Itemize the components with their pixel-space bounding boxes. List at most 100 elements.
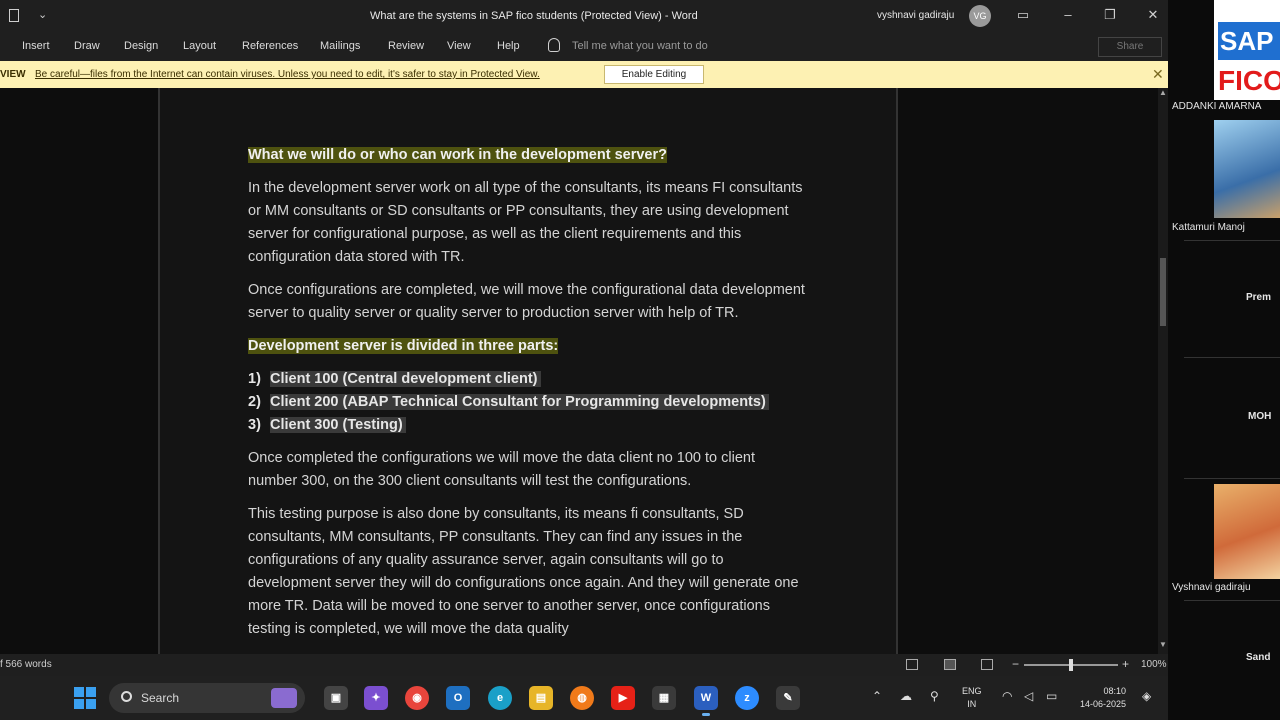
edge-icon[interactable]: e xyxy=(488,686,512,710)
list-text: Client 200 (ABAP Technical Consultant fo… xyxy=(270,394,769,410)
share-button[interactable]: Share xyxy=(1098,37,1162,57)
close-icon[interactable]: ✕ xyxy=(1152,66,1164,83)
battery-icon[interactable]: ▭ xyxy=(1046,689,1057,703)
lightbulb-icon xyxy=(548,38,560,52)
wifi-icon[interactable]: ◠ xyxy=(1002,689,1012,703)
document-canvas: What we will do or who can work in the d… xyxy=(0,88,1168,654)
close-icon[interactable]: ✕ xyxy=(1143,7,1163,25)
minimize-icon[interactable]: – xyxy=(1058,7,1078,25)
word-icon[interactable]: W xyxy=(694,686,718,716)
document-icon xyxy=(9,9,19,22)
volume-icon[interactable]: ◁ xyxy=(1024,689,1033,703)
location-icon[interactable]: ⚲ xyxy=(930,689,939,703)
system-clock[interactable]: 08:10 14-06-2025 xyxy=(1080,685,1126,711)
paragraph: In the development server work on all ty… xyxy=(248,180,803,265)
user-name[interactable]: vyshnavi gadiraju xyxy=(877,10,954,21)
list-item: 2) Client 200 (ABAP Technical Consultant … xyxy=(248,391,808,414)
web-layout-icon[interactable] xyxy=(981,659,993,670)
paragraph: Once completed the configurations we wil… xyxy=(248,450,755,489)
participant-name: Vyshnavi gadiraju xyxy=(1172,582,1251,593)
word-count[interactable]: f 566 words xyxy=(0,659,52,670)
avatar[interactable]: VG xyxy=(969,5,991,27)
heading-three-parts: Development server is divided in three p… xyxy=(248,338,559,354)
document-body[interactable]: What we will do or who can work in the d… xyxy=(248,144,808,651)
divider xyxy=(1184,357,1280,358)
youtube-icon[interactable]: ▶ xyxy=(611,686,635,710)
list-number: 3) xyxy=(248,417,261,433)
zoom-in-icon[interactable]: + xyxy=(1122,657,1129,671)
participant-name: Sand xyxy=(1246,652,1271,663)
language-code: ENG xyxy=(962,686,982,696)
participant-video[interactable] xyxy=(1214,484,1280,579)
divider xyxy=(1184,600,1280,601)
clock-date: 14-06-2025 xyxy=(1080,699,1127,709)
tab-references[interactable]: References xyxy=(242,40,298,52)
tab-design[interactable]: Design xyxy=(124,40,158,52)
participant-name: Kattamuri Manoj xyxy=(1172,222,1245,233)
cloud-icon[interactable]: ☁ xyxy=(900,689,912,703)
protected-view-tag: VIEW xyxy=(0,69,26,80)
list-text: Client 300 (Testing) xyxy=(270,417,406,433)
list-text: Client 100 (Central development client) xyxy=(270,371,541,387)
show-hidden-icons-chevron-icon[interactable]: ⌃ xyxy=(872,689,882,703)
paragraph: This testing purpose is also done by con… xyxy=(248,506,799,637)
quick-access-chevron-icon[interactable]: ⌄ xyxy=(38,8,47,21)
notification-icon[interactable]: ◈ xyxy=(1142,689,1151,703)
zoom-slider-thumb[interactable] xyxy=(1069,659,1073,671)
file-explorer-icon[interactable]: ▤ xyxy=(529,686,553,710)
zoom-out-icon[interactable]: − xyxy=(1012,657,1019,671)
tab-layout[interactable]: Layout xyxy=(183,40,216,52)
participant-name: MOH xyxy=(1248,411,1272,422)
heading-development-server: What we will do or who can work in the d… xyxy=(248,147,667,163)
restore-icon[interactable]: ❐ xyxy=(1100,7,1120,25)
ribbon-tabs: Insert Draw Design Layout References Mai… xyxy=(0,33,1168,61)
tab-mailings[interactable]: Mailings xyxy=(320,40,360,52)
print-layout-icon[interactable] xyxy=(944,659,956,670)
read-mode-icon[interactable] xyxy=(906,659,918,670)
divider xyxy=(1184,240,1280,241)
tab-review[interactable]: Review xyxy=(388,40,424,52)
windows-start-icon[interactable] xyxy=(74,687,96,709)
tab-help[interactable]: Help xyxy=(497,40,520,52)
paragraph: Once configurations are completed, we wi… xyxy=(248,282,805,321)
list-item: 1) Client 100 (Central development client… xyxy=(248,368,808,391)
title-bar: ⌄ What are the systems in SAP fico stude… xyxy=(0,0,1168,33)
list-number: 1) xyxy=(248,371,261,387)
scrollbar-thumb[interactable] xyxy=(1160,258,1166,326)
firefox-icon[interactable]: ◍ xyxy=(570,686,594,710)
pen-tool-icon[interactable]: ✎ xyxy=(776,686,800,710)
list-number: 2) xyxy=(248,394,261,410)
divider xyxy=(1184,478,1280,479)
clock-time: 08:10 xyxy=(1103,686,1127,696)
ribbon-display-icon[interactable]: ▭ xyxy=(1013,7,1033,25)
zoom-app-icon[interactable]: z xyxy=(735,686,759,710)
participant-name: Prem xyxy=(1246,292,1272,303)
participants-panel: SAP FICO ADDANKI AMARNA Kattamuri Manoj … xyxy=(1168,0,1280,720)
tell-me-search[interactable]: Tell me what you want to do xyxy=(572,40,708,52)
taskbar-search[interactable]: Search xyxy=(109,683,305,713)
tab-view[interactable]: View xyxy=(447,40,471,52)
chrome-icon[interactable]: ◉ xyxy=(405,686,429,710)
tab-draw[interactable]: Draw xyxy=(74,40,100,52)
task-view-icon[interactable]: ▣ xyxy=(324,686,348,710)
vertical-scrollbar[interactable]: ▲ ▼ xyxy=(1158,88,1168,654)
scroll-down-icon[interactable]: ▼ xyxy=(1159,640,1167,649)
status-bar: f 566 words − + 100% xyxy=(0,654,1168,676)
sap-fico-logo: SAP FICO xyxy=(1214,0,1280,100)
scroll-up-icon[interactable]: ▲ xyxy=(1159,88,1167,97)
store-icon[interactable]: ▦ xyxy=(652,686,676,710)
participant-video[interactable] xyxy=(1214,120,1280,218)
window-title: What are the systems in SAP fico student… xyxy=(370,10,698,22)
search-placeholder: Search xyxy=(141,691,180,705)
document-page: What we will do or who can work in the d… xyxy=(158,88,898,654)
protected-view-message[interactable]: Be careful—files from the Internet can c… xyxy=(35,69,540,80)
copilot-icon[interactable]: ✦ xyxy=(364,686,388,710)
enable-editing-button[interactable]: Enable Editing xyxy=(604,65,704,84)
language-indicator[interactable]: ENG IN xyxy=(962,685,982,711)
protected-view-bar: VIEW Be careful—files from the Internet … xyxy=(0,61,1168,88)
outlook-icon[interactable]: O xyxy=(446,686,470,710)
region-code: IN xyxy=(967,699,977,709)
zoom-level[interactable]: 100% xyxy=(1141,659,1167,670)
search-icon xyxy=(121,691,132,702)
tab-insert[interactable]: Insert xyxy=(22,40,50,52)
